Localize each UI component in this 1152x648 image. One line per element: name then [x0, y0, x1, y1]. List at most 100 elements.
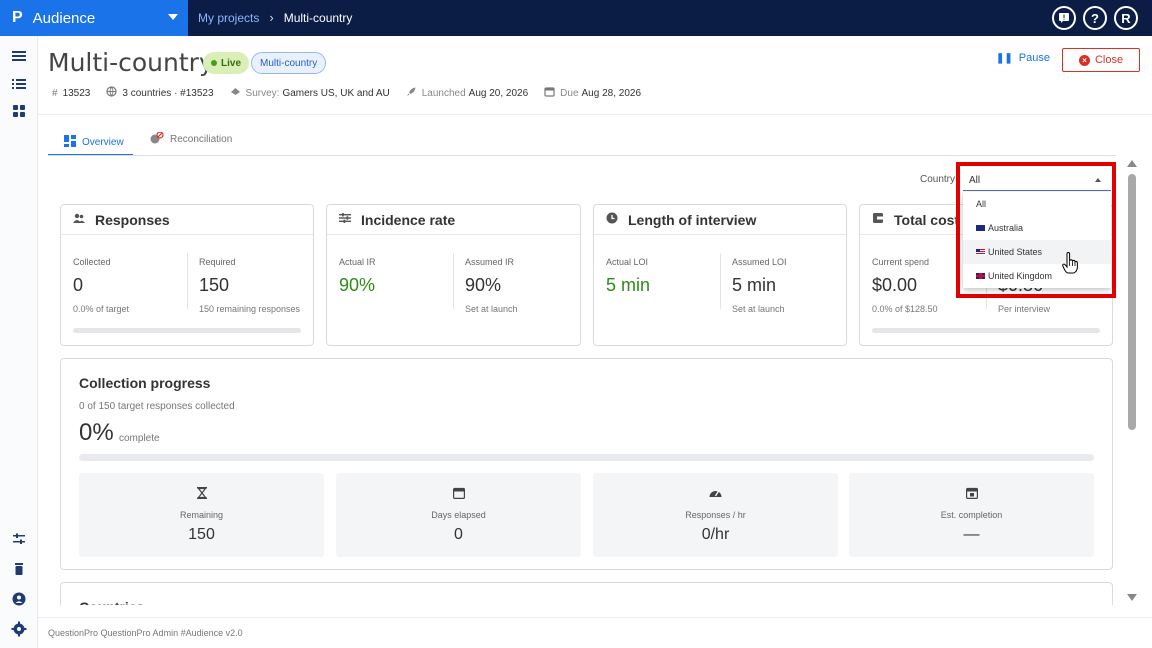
responses-per-hour-tile: Responses / hr 0/hr	[593, 473, 838, 557]
tab-reconciliation-label: Reconciliation	[170, 134, 233, 145]
status-badge: Live	[203, 52, 250, 74]
breadcrumb-current: Multi-country	[283, 10, 353, 25]
wallet-icon	[872, 212, 884, 227]
tile-label: Est. completion	[940, 510, 1003, 520]
australia-flag-icon	[976, 225, 985, 231]
calendar-check-icon	[849, 487, 1094, 502]
sliders-icon	[339, 213, 351, 226]
status-dot-icon	[211, 60, 217, 66]
tile-label: Days elapsed	[431, 510, 486, 520]
tile-value: 0/hr	[701, 526, 730, 543]
tile-label: Responses / hr	[685, 510, 746, 520]
pause-icon: ❚❚	[996, 52, 1013, 64]
product-name: Audience	[32, 9, 96, 27]
avatar[interactable]: R	[1114, 6, 1138, 30]
country-option-all[interactable]: All	[963, 192, 1111, 216]
footer: QuestionPro QuestionPro Admin #Audience …	[38, 617, 1152, 648]
speedometer-icon	[593, 487, 838, 501]
survey-name[interactable]: Gamers US, UK and AU	[282, 88, 389, 99]
gear-icon[interactable]	[11, 621, 27, 637]
scrollbar-thumb[interactable]	[1128, 174, 1136, 430]
launched-date: Aug 20, 2026	[468, 87, 529, 99]
collected-sub: 0.0% of target	[73, 304, 130, 314]
breadcrumb-my-projects[interactable]: My projects	[198, 11, 259, 25]
close-button-label: Close	[1094, 54, 1124, 66]
shield-user-icon[interactable]	[11, 591, 27, 607]
status-badge-label: Live	[221, 57, 242, 69]
assumed-ir-value: 90%	[465, 275, 502, 295]
pause-button[interactable]: ❚❚ Pause	[996, 52, 1050, 64]
calendar-icon	[544, 86, 555, 100]
country-select-value: All	[969, 175, 981, 186]
current-spend-value: $0.00	[872, 275, 918, 295]
incidence-rate-card: Incidence rate Actual IR 90% Assumed IR …	[326, 204, 581, 346]
users-icon	[73, 213, 85, 226]
days-elapsed-tile: Days elapsed 0	[336, 473, 581, 557]
header-divider	[38, 114, 1152, 115]
country-option-australia[interactable]: Australia	[963, 216, 1111, 240]
survey-label: Survey:	[245, 87, 280, 99]
assumed-loi-sub: Set at launch	[732, 304, 785, 314]
project-meta: # 13523 3 countries · #13523 Survey: Gam…	[52, 86, 657, 100]
help-icon[interactable]: ?	[1083, 6, 1107, 30]
required-value: 150	[199, 275, 230, 295]
cost-progress-bar	[872, 328, 1100, 333]
responses-card: Responses Collected 0 0.0% of target Req…	[60, 204, 314, 346]
page-title: Multi-country	[48, 48, 214, 77]
assumed-loi-value: 5 min	[732, 275, 777, 295]
scroll-down-arrow[interactable]	[1127, 594, 1137, 601]
product-switcher[interactable]: P Audience	[0, 0, 188, 36]
option-label: United States	[988, 247, 1043, 257]
country-option-united-kingdom[interactable]: United Kingdom	[963, 264, 1111, 288]
country-option-united-states[interactable]: United States	[963, 240, 1111, 264]
type-badge: Multi-country	[251, 52, 327, 74]
option-label: Australia	[988, 223, 1024, 233]
brand-logo: P	[12, 9, 23, 26]
card-title: Responses	[95, 211, 170, 228]
tab-overview[interactable]: Overview	[48, 130, 133, 156]
cost-per-interview-sub: Per interview	[998, 304, 1051, 314]
current-spend-label: Current spend	[872, 257, 930, 267]
countries-summary: 3 countries · #13523	[122, 87, 214, 99]
card-divider	[720, 253, 721, 309]
collection-percent: 0%	[79, 419, 114, 446]
chevron-up-icon	[1095, 178, 1101, 182]
assumed-loi-label: Assumed LOI	[732, 257, 787, 267]
chevron-right-icon: ›	[269, 10, 274, 25]
tile-value: 0	[454, 526, 463, 543]
pause-button-label: Pause	[1018, 52, 1050, 64]
list-icon[interactable]	[11, 76, 27, 92]
collected-label: Collected	[73, 257, 111, 267]
required-label: Required	[199, 257, 236, 267]
calendar-icon	[336, 487, 581, 502]
collection-progress-card: Collection progress 0 of 150 target resp…	[60, 358, 1113, 570]
feedback-icon[interactable]	[1052, 6, 1076, 30]
close-button[interactable]: × Close	[1062, 48, 1140, 72]
country-filter-label: Country	[920, 174, 956, 185]
card-title: Total cost	[894, 211, 960, 228]
us-flag-icon	[976, 249, 985, 255]
due-date: Aug 28, 2026	[581, 87, 642, 99]
tab-reconciliation[interactable]: Reconciliation	[150, 131, 233, 147]
card-title: Incidence rate	[361, 211, 456, 228]
tile-value: 150	[188, 526, 215, 543]
length-of-interview-card: Length of interview Actual LOI 5 min Ass…	[593, 204, 847, 346]
current-spend-sub: 0.0% of $128.50	[872, 304, 938, 314]
country-select[interactable]: All	[963, 171, 1111, 191]
option-label: All	[976, 199, 987, 209]
globe-icon	[106, 86, 117, 100]
menu-icon[interactable]	[11, 48, 27, 64]
survey-icon	[230, 86, 241, 100]
breadcrumb: My projects › Multi-country	[198, 10, 352, 25]
scroll-up-arrow[interactable]	[1127, 160, 1137, 167]
project-id: 13523	[62, 87, 91, 99]
sliders-icon[interactable]	[11, 531, 27, 547]
trash-icon[interactable]	[11, 561, 27, 577]
card-divider	[453, 253, 454, 309]
assumed-ir-label: Assumed IR	[465, 257, 515, 267]
grid-icon[interactable]	[11, 103, 27, 119]
actual-ir-label: Actual IR	[339, 257, 376, 267]
est-completion-tile: Est. completion —	[849, 473, 1094, 557]
card-title: Length of interview	[628, 211, 757, 228]
option-label: United Kingdom	[988, 271, 1053, 281]
